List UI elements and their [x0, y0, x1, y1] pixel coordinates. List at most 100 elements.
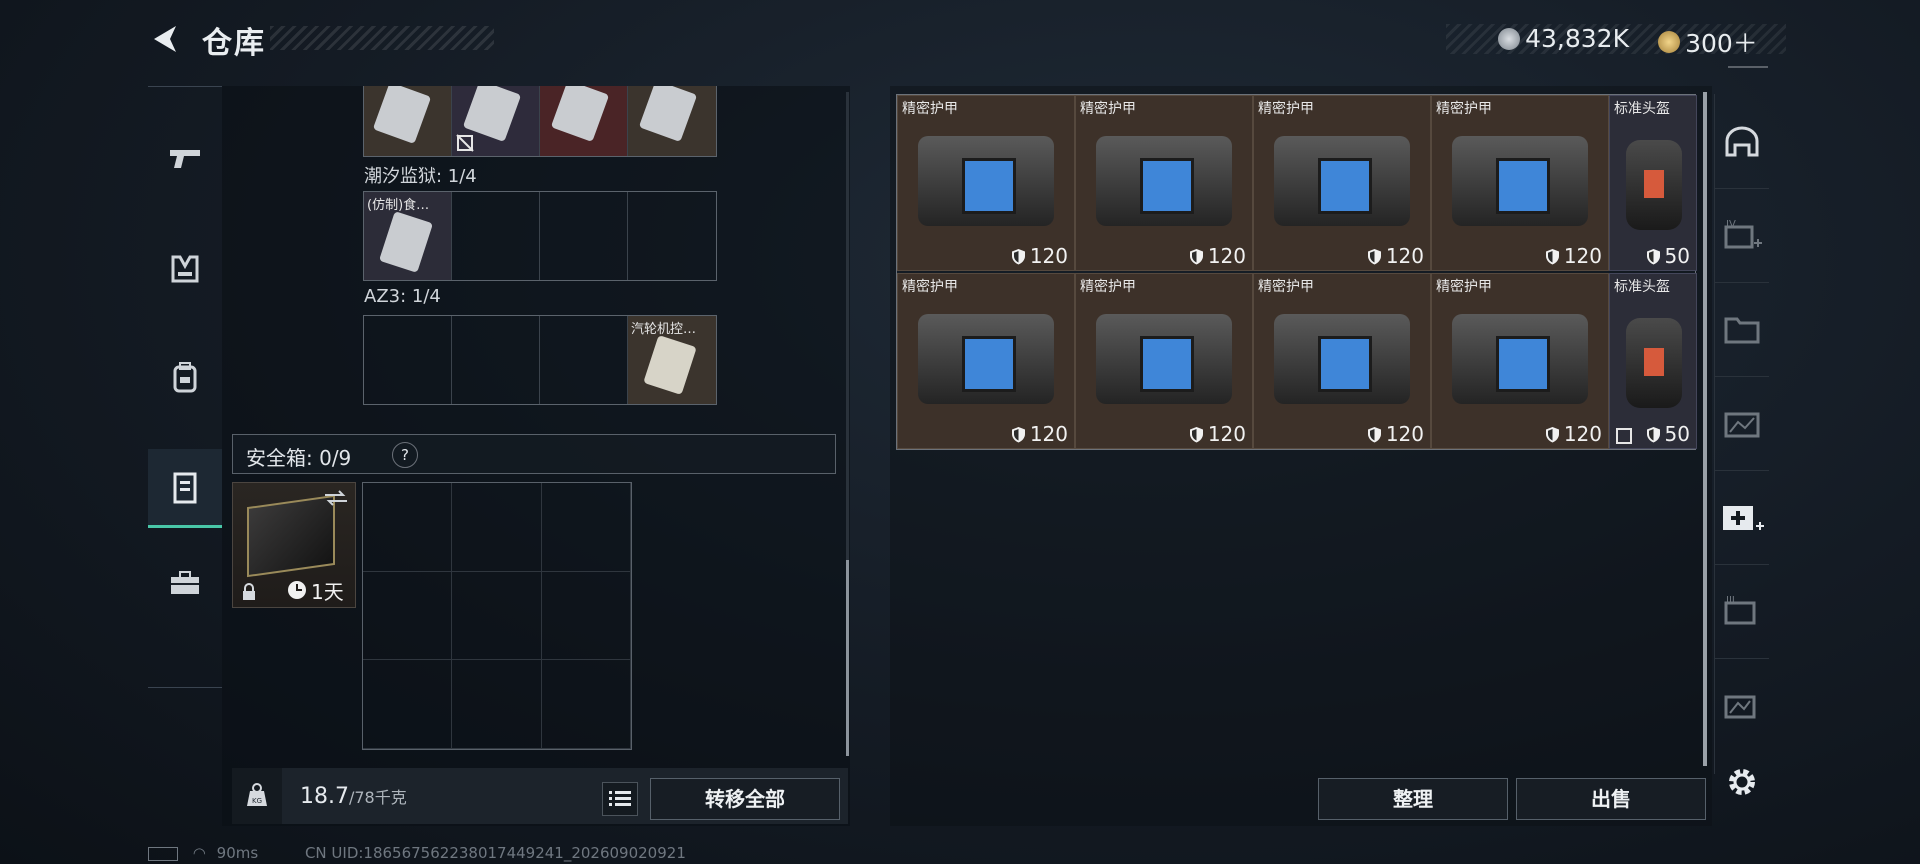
item-card-icon — [378, 211, 434, 273]
item-name: 精密护甲 — [902, 101, 958, 117]
rail-weapons[interactable] — [148, 121, 222, 197]
sort-button[interactable]: 整理 — [1318, 778, 1508, 820]
item-slot[interactable] — [364, 86, 452, 156]
item-slot[interactable]: 汽轮机控… — [628, 316, 716, 404]
armor-item[interactable]: 精密护甲 120 — [1431, 273, 1609, 449]
lock-icon — [243, 583, 255, 600]
tab-folder[interactable] — [1715, 284, 1769, 377]
shield-icon — [1646, 426, 1660, 442]
safe-box-item[interactable]: 1天 — [232, 482, 356, 608]
shield-icon — [1646, 248, 1660, 264]
swap-icon[interactable] — [323, 489, 349, 507]
armor-image — [1096, 314, 1232, 404]
rail-backpack[interactable] — [148, 339, 222, 415]
list-view-button[interactable] — [602, 782, 638, 816]
shield-icon — [1367, 426, 1381, 442]
svg-text:III: III — [1726, 595, 1735, 606]
empty-slot[interactable] — [363, 483, 453, 572]
item-slot[interactable]: (仿制)食… — [364, 192, 452, 280]
tab-helmet[interactable] — [1715, 96, 1769, 189]
section-label-tidal-prison: 潮汐监狱: 1/4 — [364, 166, 477, 187]
armor-item[interactable]: 精密护甲 120 — [1431, 95, 1609, 271]
empty-slot[interactable] — [363, 660, 453, 749]
stash-scrollbar[interactable] — [1703, 92, 1707, 766]
folder-tab-icon — [1724, 317, 1760, 344]
armor-item[interactable]: 精密护甲 120 — [897, 273, 1075, 449]
shield-icon — [1189, 426, 1203, 442]
empty-slot[interactable] — [452, 483, 542, 572]
back-arrow-icon[interactable] — [148, 22, 182, 56]
silver-coin-icon — [1498, 27, 1520, 50]
transfer-all-button[interactable]: 转移全部 — [650, 778, 840, 820]
empty-slot[interactable] — [452, 316, 540, 404]
item-name: 精密护甲 — [1436, 279, 1492, 295]
item-durability: 120 — [1011, 422, 1068, 446]
shield-icon — [1545, 248, 1559, 264]
armor-image — [918, 314, 1054, 404]
svg-text:IV: IV — [1726, 219, 1736, 230]
empty-slot[interactable] — [540, 316, 628, 404]
weight-icon: KG — [247, 783, 267, 806]
empty-slot[interactable] — [452, 192, 540, 280]
no-trade-icon — [1616, 428, 1632, 444]
armor-item[interactable]: 精密护甲 120 — [897, 95, 1075, 271]
item-tab-icon: III — [1724, 595, 1756, 625]
durability-value: 50 — [1664, 422, 1690, 446]
weight-max: /78千克 — [348, 788, 407, 807]
sell-button[interactable]: 出售 — [1516, 778, 1706, 820]
armor-item[interactable]: 精密护甲 120 — [1075, 273, 1253, 449]
stash-tab-rail: IV III — [1714, 94, 1769, 774]
item-durability: 120 — [1189, 244, 1246, 268]
empty-slot[interactable] — [541, 571, 631, 661]
rail-vest[interactable] — [148, 231, 222, 307]
shield-icon — [1545, 426, 1559, 442]
toolbox-icon — [171, 571, 199, 594]
helmet-item[interactable]: 标准头盔 50 — [1609, 273, 1697, 449]
settings-button[interactable] — [1722, 762, 1762, 802]
durability-value: 120 — [1029, 244, 1068, 268]
help-button[interactable]: ? — [392, 442, 418, 468]
gun-icon — [170, 150, 200, 168]
empty-slot[interactable] — [363, 571, 453, 661]
item-label: (仿制)食… — [367, 198, 430, 213]
left-scrollbar-thumb[interactable] — [846, 560, 849, 756]
item-card-icon — [638, 86, 698, 143]
armor-item[interactable]: 精密护甲 120 — [1253, 273, 1431, 449]
helmet-item[interactable]: 标准头盔 50 — [1609, 95, 1697, 271]
armor-item[interactable]: 精密护甲 120 — [1075, 95, 1253, 271]
item-slot[interactable] — [628, 86, 716, 156]
empty-slot[interactable] — [364, 316, 452, 404]
armor-image — [1096, 136, 1232, 226]
empty-slot[interactable] — [452, 660, 542, 749]
empty-slot[interactable] — [628, 192, 716, 280]
backpack-icon — [173, 362, 197, 393]
currency-gold[interactable]: 300＋ — [1658, 24, 1758, 60]
safe-box-label: 安全箱: 0/9 — [246, 446, 352, 470]
tab-item[interactable]: III — [1715, 566, 1769, 659]
empty-slot[interactable] — [452, 571, 542, 661]
durability-value: 120 — [1029, 422, 1068, 446]
durability-value: 120 — [1207, 422, 1246, 446]
currency-silver-value: 43,832K — [1525, 24, 1629, 53]
item-slot[interactable] — [540, 86, 628, 156]
shield-icon — [1367, 248, 1381, 264]
empty-slot[interactable] — [540, 192, 628, 280]
tab-medkit[interactable] — [1715, 472, 1769, 565]
item-card-icon — [372, 86, 432, 145]
clock-icon — [288, 581, 306, 599]
armor-image — [918, 136, 1054, 226]
item-slot[interactable] — [452, 86, 540, 156]
tab-chart[interactable] — [1715, 378, 1769, 471]
map-tab-icon — [1724, 695, 1756, 719]
armor-item[interactable]: 精密护甲 120 — [1253, 95, 1431, 271]
empty-slot[interactable] — [541, 483, 631, 572]
weight-current: 18.7 — [300, 784, 349, 809]
no-trade-icon — [456, 134, 474, 152]
tab-map[interactable] — [1715, 660, 1769, 752]
empty-slot[interactable] — [541, 660, 631, 749]
rail-container[interactable] — [148, 449, 222, 528]
rail-toolbox[interactable] — [148, 545, 222, 621]
item-durability: 120 — [1011, 244, 1068, 268]
tab-armor[interactable]: IV — [1715, 190, 1769, 283]
item-name: 精密护甲 — [1258, 279, 1314, 295]
